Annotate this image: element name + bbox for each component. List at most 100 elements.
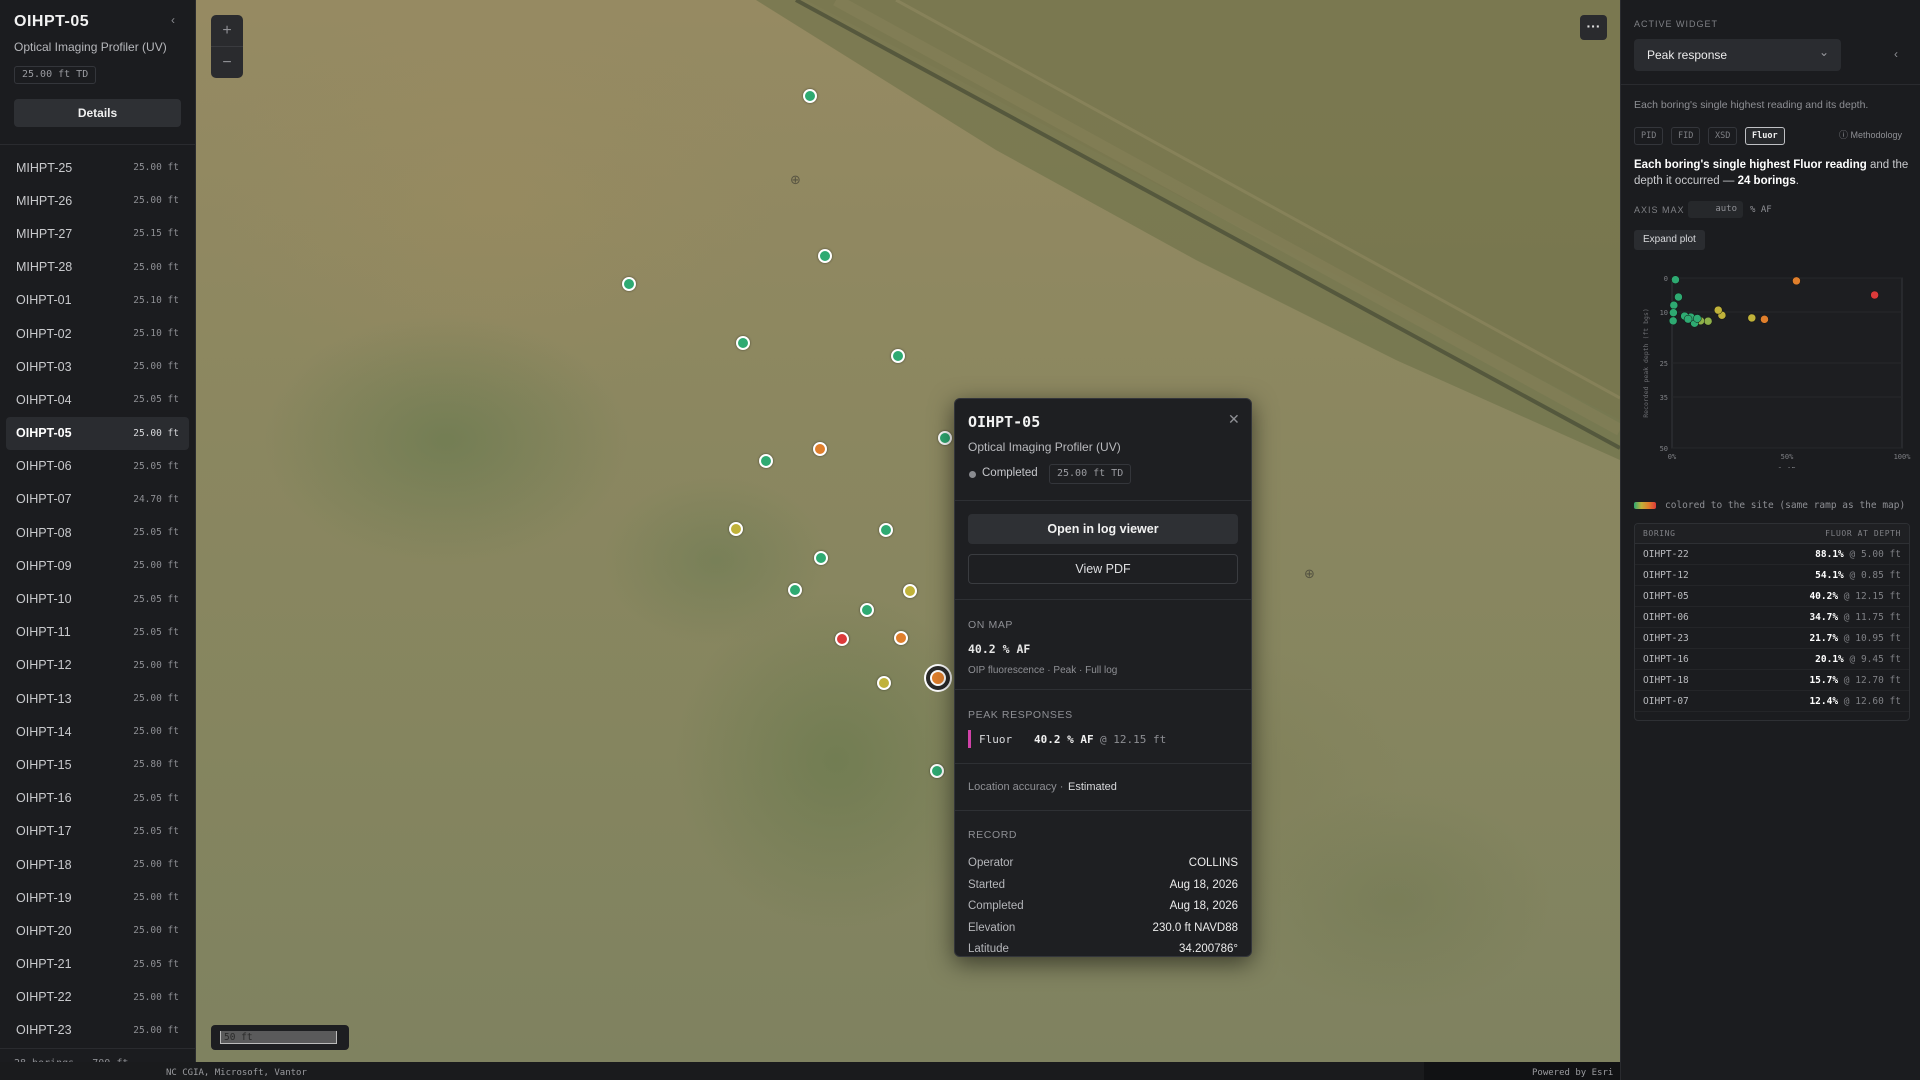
divider — [955, 500, 1251, 501]
sidebar-item-oihpt-05[interactable]: OIHPT-05 25.00 ft — [6, 416, 189, 450]
sidebar-item-oihpt-16[interactable]: OIHPT-16 25.05 ft — [6, 782, 189, 815]
crosshair-icon: ⊕ — [790, 172, 801, 187]
zoom-out-button[interactable]: − — [211, 47, 243, 78]
tab-pid[interactable]: PID — [1634, 127, 1664, 145]
sidebar-item-oihpt-09[interactable]: OIHPT-09 25.00 ft — [6, 549, 189, 582]
sidebar-item-oihpt-04[interactable]: OIHPT-04 25.05 ft — [6, 383, 189, 416]
boring-marker[interactable] — [891, 349, 905, 363]
methodology-link[interactable]: ⓘ Methodology — [1839, 128, 1902, 141]
widget-description: Each boring's single highest reading and… — [1634, 99, 1869, 111]
sidebar-item-oihpt-17[interactable]: OIHPT-17 25.05 ft — [6, 815, 189, 848]
sidebar-item-oihpt-23[interactable]: OIHPT-23 25.00 ft — [6, 1014, 189, 1047]
boring-marker[interactable] — [814, 551, 828, 565]
widget-select[interactable]: Peak response ⌄ — [1634, 39, 1841, 71]
table-row[interactable]: OIHPT-07 12.4% @ 12.60 ft — [1635, 691, 1909, 712]
record-row: Elevation 230.0 ft NAVD88 — [968, 922, 1238, 934]
table-row[interactable]: OIHPT-06 34.7% @ 11.75 ft — [1635, 607, 1909, 628]
sidebar-item-label: MIHPT-25 — [16, 160, 73, 175]
sidebar-item-oihpt-07[interactable]: OIHPT-07 24.70 ft — [6, 483, 189, 516]
table-row[interactable]: OIHPT-12 54.1% @ 0.85 ft — [1635, 565, 1909, 586]
tab-fluor[interactable]: Fluor — [1745, 127, 1785, 145]
boring-marker[interactable] — [903, 584, 917, 598]
scatter-point — [1669, 308, 1678, 317]
table-cell-value: 34.7% @ 11.75 ft — [1809, 607, 1901, 627]
sidebar-item-oihpt-08[interactable]: OIHPT-08 25.05 ft — [6, 516, 189, 549]
table-cell-peak: 54.1% — [1815, 570, 1844, 581]
sidebar-item-oihpt-18[interactable]: OIHPT-18 25.00 ft — [6, 848, 189, 881]
attribution-esri[interactable]: Powered by Esri — [1532, 1068, 1613, 1078]
sidebar-item-oihpt-01[interactable]: OIHPT-01 25.10 ft — [6, 284, 189, 317]
table-row[interactable]: OIHPT-22 88.1% @ 5.00 ft — [1635, 544, 1909, 565]
sidebar-item-length: 24.70 ft — [133, 493, 179, 505]
boring-marker[interactable] — [759, 454, 773, 468]
sidebar-item-oihpt-10[interactable]: OIHPT-10 25.05 ft — [6, 582, 189, 615]
sidebar-item-label: OIHPT-19 — [16, 890, 72, 905]
details-button[interactable]: Details — [14, 99, 181, 127]
sidebar-item-length: 25.00 ft — [133, 162, 179, 174]
boring-marker[interactable] — [736, 336, 750, 350]
peak-color-bar — [968, 730, 971, 748]
sidebar-item-oihpt-15[interactable]: OIHPT-15 25.80 ft — [6, 748, 189, 781]
table-header-value: FLUOR AT DEPTH — [1825, 529, 1901, 538]
sidebar-item-length: 25.00 ft — [133, 659, 179, 671]
open-log-viewer-button[interactable]: Open in log viewer — [968, 514, 1238, 544]
selected-boring-marker[interactable] — [930, 670, 946, 686]
tab-xsd[interactable]: XSD — [1708, 127, 1738, 145]
table-row[interactable]: OIHPT-23 21.7% @ 10.95 ft — [1635, 628, 1909, 649]
scatter-point — [1674, 292, 1683, 302]
table-cell-value: 12.4% @ 12.60 ft — [1809, 691, 1901, 711]
sidebar-item-oihpt-21[interactable]: OIHPT-21 25.05 ft — [6, 948, 189, 981]
sidebar-item-oihpt-06[interactable]: OIHPT-06 25.05 ft — [6, 450, 189, 483]
boring-marker[interactable] — [938, 431, 952, 445]
sidebar-item-mihpt-27[interactable]: MIHPT-27 25.15 ft — [6, 217, 189, 250]
tab-fid[interactable]: FID — [1671, 127, 1701, 145]
sidebar-item-length: 25.05 ft — [133, 792, 179, 804]
sidebar-item-oihpt-13[interactable]: OIHPT-13 25.00 ft — [6, 682, 189, 715]
table-cell-value: 20.1% @ 9.45 ft — [1815, 649, 1901, 669]
sidebar-item-mihpt-25[interactable]: MIHPT-25 25.00 ft — [6, 151, 189, 184]
table-cell-peak: 40.2% — [1809, 591, 1839, 602]
boring-marker[interactable] — [818, 249, 832, 263]
sidebar-item-oihpt-20[interactable]: OIHPT-20 25.00 ft — [6, 914, 189, 947]
boring-marker[interactable] — [879, 523, 893, 537]
sidebar-item-oihpt-22[interactable]: OIHPT-22 25.00 ft — [6, 981, 189, 1014]
boring-marker[interactable] — [813, 442, 827, 456]
sidebar-item-mihpt-28[interactable]: MIHPT-28 25.00 ft — [6, 251, 189, 284]
sidebar-item-oihpt-02[interactable]: OIHPT-02 25.10 ft — [6, 317, 189, 350]
boring-marker[interactable] — [788, 583, 802, 597]
depth-badge: 25.00 ft TD — [14, 66, 97, 84]
boring-title: OIHPT-05 — [14, 13, 90, 30]
table-row[interactable]: OIHPT-18 15.7% @ 12.70 ft — [1635, 670, 1909, 691]
location-accuracy-label: Location accuracy · — [968, 781, 1064, 793]
boring-marker[interactable] — [860, 603, 874, 617]
table-cell-peak: 34.7% — [1809, 612, 1839, 623]
sidebar-item-length: 25.00 ft — [133, 726, 179, 738]
x-tick-label: 0% — [1668, 453, 1677, 461]
ellipsis-icon[interactable]: ··· — [1580, 15, 1607, 40]
boring-marker[interactable] — [930, 764, 944, 778]
sidebar-item-oihpt-11[interactable]: OIHPT-11 25.05 ft — [6, 616, 189, 649]
expand-plot-button[interactable]: Expand plot — [1634, 230, 1705, 250]
sidebar-item-oihpt-03[interactable]: OIHPT-03 25.00 ft — [6, 350, 189, 383]
sidebar-item-oihpt-14[interactable]: OIHPT-14 25.00 ft — [6, 715, 189, 748]
boring-marker[interactable] — [835, 632, 849, 646]
boring-marker[interactable] — [877, 676, 891, 690]
record-key: Operator — [968, 857, 1014, 869]
close-icon[interactable]: ✕ — [1228, 411, 1240, 428]
boring-marker[interactable] — [803, 89, 817, 103]
zoom-in-button[interactable]: + — [211, 15, 243, 46]
table-row[interactable]: OIHPT-05 40.2% @ 12.15 ft — [1635, 586, 1909, 607]
sidebar-item-oihpt-19[interactable]: OIHPT-19 25.00 ft — [6, 881, 189, 914]
boring-marker[interactable] — [894, 631, 908, 645]
table-cell-value: 54.1% @ 0.85 ft — [1815, 565, 1901, 585]
table-row[interactable]: OIHPT-16 20.1% @ 9.45 ft — [1635, 649, 1909, 670]
boring-marker[interactable] — [622, 277, 636, 291]
boring-marker[interactable] — [729, 522, 743, 536]
chevron-left-icon[interactable]: ‹ — [1894, 47, 1898, 61]
sidebar-item-oihpt-12[interactable]: OIHPT-12 25.00 ft — [6, 649, 189, 682]
view-pdf-button[interactable]: View PDF — [968, 554, 1238, 584]
map-view[interactable]: ⊕ ⊕ + − ··· 50 ft — [196, 0, 1620, 1062]
chevron-left-icon[interactable]: ‹ — [171, 13, 175, 27]
axis-max-input[interactable]: auto — [1688, 201, 1743, 218]
sidebar-item-mihpt-26[interactable]: MIHPT-26 25.00 ft — [6, 184, 189, 217]
